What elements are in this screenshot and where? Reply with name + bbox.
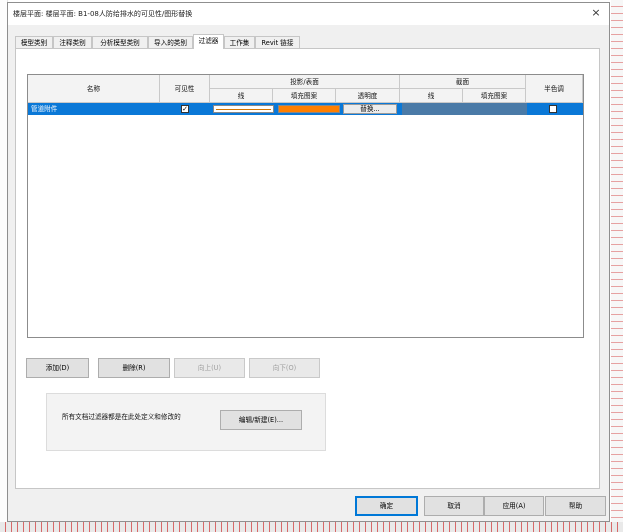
header-visibility[interactable]: 可见性 <box>160 75 210 103</box>
visibility-checkbox[interactable]: ✓ <box>181 105 189 113</box>
header-projection-surface: 投影/表面 <box>210 75 400 89</box>
background-drawing-bottom <box>0 522 623 532</box>
header-projection-fill: 填充图案 <box>273 89 336 103</box>
background-drawing-strip <box>611 0 623 532</box>
tab-imported-categories[interactable]: 导入的类别 <box>148 36 193 48</box>
header-cut: 截面 <box>400 75 526 89</box>
close-icon[interactable]: × <box>589 6 603 20</box>
tab-model-categories[interactable]: 模型类别 <box>15 36 53 48</box>
table-row[interactable]: 管道附件 ✓ 替换... <box>28 103 583 115</box>
projection-fill-swatch[interactable] <box>278 105 340 113</box>
tab-worksets[interactable]: 工作集 <box>224 36 255 48</box>
header-cut-fill: 填充图案 <box>463 89 526 103</box>
tab-revit-links[interactable]: Revit 链接 <box>255 36 300 48</box>
tab-filters[interactable]: 过滤器 <box>193 34 224 49</box>
header-name[interactable]: 名称 <box>28 75 160 103</box>
apply-button[interactable]: 应用(A) <box>484 496 544 516</box>
filter-name[interactable]: 管道附件 <box>31 103 57 115</box>
delete-filter-button[interactable]: 删除(R) <box>98 358 170 378</box>
override-transparency-button[interactable]: 替换... <box>343 104 397 114</box>
help-button[interactable]: 帮助 <box>545 496 606 516</box>
header-cut-line: 线 <box>400 89 463 103</box>
cancel-button[interactable]: 取消 <box>424 496 484 516</box>
projection-line-swatch[interactable] <box>213 105 274 113</box>
line-pattern-sample <box>216 109 271 110</box>
filter-definition-group: 所有文档过滤器都是在此处定义和修改的 编辑/新建(E)... <box>46 393 326 451</box>
filters-table: 名称 可见性 投影/表面 线 填充图案 透明度 截面 线 填充图案 半色调 管道… <box>27 74 584 338</box>
move-down-button[interactable]: 向下(O) <box>249 358 320 378</box>
add-filter-button[interactable]: 添加(D) <box>26 358 89 378</box>
halftone-checkbox[interactable] <box>549 105 557 113</box>
ok-button[interactable]: 确定 <box>355 496 418 516</box>
header-projection-line: 线 <box>210 89 273 103</box>
title-bar: 楼层平面: 楼层平面: B1-08人防给排水的可见性/图形替换 × <box>8 3 609 25</box>
cut-overrides-cell[interactable] <box>402 103 527 115</box>
tab-annotation-categories[interactable]: 注释类别 <box>53 36 92 48</box>
header-transparency: 透明度 <box>336 89 400 103</box>
filter-info-text: 所有文档过滤器都是在此处定义和修改的 <box>62 413 181 421</box>
visibility-graphics-dialog: 楼层平面: 楼层平面: B1-08人防给排水的可见性/图形替换 × 模型类别 注… <box>7 2 610 522</box>
header-halftone[interactable]: 半色调 <box>526 75 583 103</box>
tab-analytical-model-categories[interactable]: 分析模型类别 <box>92 36 148 48</box>
dialog-title: 楼层平面: 楼层平面: B1-08人防给排水的可见性/图形替换 <box>13 10 193 18</box>
edit-new-filter-button[interactable]: 编辑/新建(E)... <box>220 410 302 430</box>
move-up-button[interactable]: 向上(U) <box>174 358 245 378</box>
